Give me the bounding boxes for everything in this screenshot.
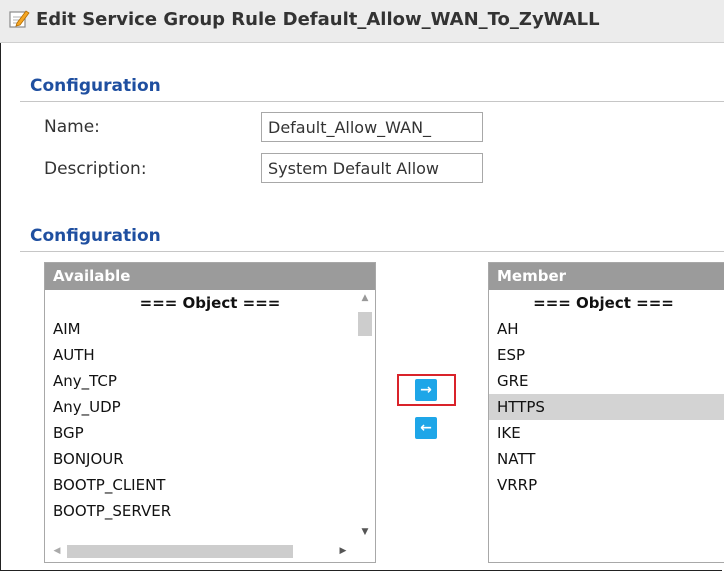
section-divider	[20, 251, 724, 252]
member-list-items: === Object === AH ESP GRE HTTPS IKE NATT…	[489, 290, 724, 498]
list-item[interactable]: IKE	[489, 420, 724, 446]
scrollbar-thumb[interactable]	[67, 545, 293, 558]
arrow-left-icon: ←	[420, 420, 432, 436]
list-item: === Object ===	[139, 294, 281, 312]
horizontal-scrollbar[interactable]: ◀ ▶	[45, 540, 375, 562]
list-item[interactable]: GRE	[489, 368, 724, 394]
list-item[interactable]: BONJOUR	[45, 446, 375, 472]
list-item[interactable]: AIM	[45, 316, 375, 342]
list-item[interactable]: ESP	[489, 342, 724, 368]
scroll-down-arrow-icon[interactable]: ▼	[355, 524, 375, 540]
scrollbar-thumb[interactable]	[358, 312, 372, 336]
section-header-configuration: Configuration	[30, 76, 161, 96]
list-item[interactable]: BGP	[45, 420, 375, 446]
available-listbox[interactable]: Available === Object === AIM AUTH Any_TC…	[44, 262, 376, 563]
vertical-scrollbar[interactable]: ▲ ▼	[355, 290, 375, 540]
list-item[interactable]: AH	[489, 316, 724, 342]
dialog-title: Edit Service Group Rule Default_Allow_WA…	[36, 9, 600, 30]
name-field[interactable]	[261, 112, 483, 142]
list-item: === Object ===	[533, 294, 674, 312]
list-item[interactable]: NATT	[489, 446, 724, 472]
section-divider	[20, 101, 724, 102]
list-item[interactable]: BOOTP_CLIENT	[45, 472, 375, 498]
dialog-titlebar: Edit Service Group Rule Default_Allow_WA…	[0, 0, 724, 43]
edit-icon	[9, 10, 30, 28]
list-item[interactable]: VRRP	[489, 472, 724, 498]
member-list-header: Member	[489, 263, 724, 290]
remove-from-member-button[interactable]: ←	[415, 417, 437, 439]
list-item[interactable]: Any_UDP	[45, 394, 375, 420]
description-label: Description:	[44, 159, 147, 179]
list-item[interactable]: Any_TCP	[45, 368, 375, 394]
list-item[interactable]: AUTH	[45, 342, 375, 368]
available-list-header: Available	[45, 263, 375, 290]
member-listbox[interactable]: Member === Object === AH ESP GRE HTTPS I…	[488, 262, 724, 563]
highlight-annotation	[397, 374, 456, 406]
scroll-left-arrow-icon[interactable]: ◀	[49, 543, 65, 559]
list-item[interactable]: HTTPS	[489, 394, 724, 420]
scroll-right-arrow-icon[interactable]: ▶	[335, 543, 351, 559]
scroll-up-arrow-icon[interactable]: ▲	[355, 290, 375, 306]
available-list-items: === Object === AIM AUTH Any_TCP Any_UDP …	[45, 290, 375, 524]
name-label: Name:	[44, 117, 100, 137]
description-field[interactable]	[261, 153, 483, 183]
section-header-members: Configuration	[30, 226, 161, 246]
list-item[interactable]: BOOTP_SERVER	[45, 498, 375, 524]
